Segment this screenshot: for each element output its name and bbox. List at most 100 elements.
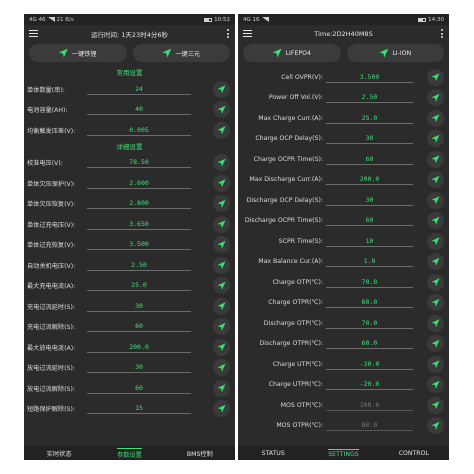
setting-value-field[interactable]: 30 xyxy=(87,362,191,374)
send-setting-button[interactable] xyxy=(427,253,444,271)
preset-liion-button[interactable]: LI-ION xyxy=(346,44,444,62)
send-setting-button[interactable] xyxy=(427,273,444,291)
settings-list[interactable]: 常用设置 单体数量(串): 24 电池容量(AH): 40 均衡触发压差(V): 0.00… xyxy=(24,67,235,446)
send-setting-button[interactable] xyxy=(213,121,230,139)
setting-value-field[interactable]: 10 xyxy=(326,236,413,247)
send-setting-button[interactable] xyxy=(427,335,444,353)
send-icon xyxy=(431,401,440,410)
nav-control[interactable]: BMS控制 xyxy=(165,446,235,460)
setting-row: Max Charge Curr.(A): 25.0 xyxy=(238,108,449,129)
setting-label: Max Charge Curr.(A): xyxy=(258,114,323,122)
send-icon xyxy=(431,360,440,369)
send-setting-button[interactable] xyxy=(213,318,230,336)
preset-lifepo4-button[interactable]: 一键铁锂 xyxy=(29,44,127,62)
setting-row: 电池容量(AH): 40 xyxy=(24,100,235,121)
send-setting-button[interactable] xyxy=(213,80,230,98)
setting-value-field[interactable]: 1.0 xyxy=(326,256,413,268)
setting-value-field[interactable]: 3.650 xyxy=(87,219,191,230)
send-setting-button[interactable] xyxy=(427,232,444,250)
send-setting-button[interactable] xyxy=(213,379,230,397)
send-setting-button[interactable] xyxy=(427,191,444,209)
preset-liion-button[interactable]: 一键三元 xyxy=(132,44,230,62)
send-setting-button[interactable] xyxy=(427,130,444,148)
send-setting-button[interactable] xyxy=(427,417,444,435)
setting-value-field[interactable]: 80.0 xyxy=(326,420,413,432)
send-icon xyxy=(431,380,440,389)
send-setting-button[interactable] xyxy=(213,101,230,119)
setting-value-field[interactable]: 15 xyxy=(87,403,191,415)
setting-value-field[interactable]: 30 xyxy=(326,195,413,206)
preset-label: LI-ION xyxy=(392,49,412,57)
setting-value-field[interactable]: 40 xyxy=(87,104,191,116)
setting-value-field[interactable]: 60.0 xyxy=(326,338,413,350)
send-setting-button[interactable] xyxy=(427,376,444,394)
send-setting-button[interactable] xyxy=(427,89,444,107)
setting-value-field[interactable]: 100.0 xyxy=(326,400,413,411)
setting-value-field[interactable]: 25.0 xyxy=(326,113,413,124)
send-setting-button[interactable] xyxy=(213,154,230,172)
setting-value-field[interactable]: 70.0 xyxy=(326,277,413,288)
send-setting-button[interactable] xyxy=(213,195,230,213)
setting-value-field[interactable]: 2.600 xyxy=(87,178,191,189)
send-setting-button[interactable] xyxy=(427,396,444,414)
nav-label: CONTROL xyxy=(398,449,429,457)
setting-value-field[interactable]: 3.500 xyxy=(326,72,413,83)
send-setting-button[interactable] xyxy=(213,256,230,274)
send-setting-button[interactable] xyxy=(427,171,444,189)
send-setting-button[interactable] xyxy=(427,109,444,127)
setting-value-field[interactable]: 2.50 xyxy=(326,92,413,104)
setting-value-field[interactable]: 2.50 xyxy=(87,260,191,271)
setting-value-field[interactable]: 60 xyxy=(87,321,191,333)
send-setting-button[interactable] xyxy=(427,294,444,312)
setting-value-field[interactable]: 60 xyxy=(326,215,413,227)
setting-row: Discharge OTPR(℃): 60.0 xyxy=(238,334,449,355)
setting-value-field[interactable]: 24 xyxy=(87,84,191,95)
setting-row: 放电过流延时(S): 30 xyxy=(24,358,235,379)
setting-value-field[interactable]: 200.0 xyxy=(326,174,413,186)
more-options-icon[interactable] xyxy=(441,29,443,38)
setting-row: Max Discharge Curr.(A): 200.0 xyxy=(238,170,449,191)
setting-value-field[interactable]: 60.0 xyxy=(326,297,413,309)
send-setting-button[interactable] xyxy=(213,297,230,315)
send-setting-button[interactable] xyxy=(427,314,444,332)
setting-value-field[interactable]: 0.005 xyxy=(87,125,191,136)
nav-status[interactable]: STATUS xyxy=(238,446,308,460)
setting-value-field[interactable]: 60 xyxy=(326,154,413,165)
preset-lifepo4-button[interactable]: LIFEPO4 xyxy=(243,44,341,62)
send-setting-button[interactable] xyxy=(213,174,230,192)
send-icon xyxy=(431,319,440,328)
preset-label: LIFEPO4 xyxy=(285,49,311,57)
setting-value-field[interactable]: 25.0 xyxy=(87,280,191,292)
send-setting-button[interactable] xyxy=(427,150,444,168)
setting-label: 单体数量(串): xyxy=(27,86,65,94)
setting-value-field[interactable]: 60 xyxy=(87,383,191,394)
setting-value-field[interactable]: 70.0 xyxy=(326,318,413,329)
send-setting-button[interactable] xyxy=(213,359,230,377)
setting-value-field[interactable]: -30.0 xyxy=(326,359,413,370)
send-setting-button[interactable] xyxy=(427,212,444,230)
settings-list[interactable]: Cell OVPR(V): 3.500 Power Off Vol.(V): 2.50… xyxy=(238,67,449,446)
more-options-icon[interactable] xyxy=(227,29,229,38)
send-setting-button[interactable] xyxy=(213,215,230,233)
nav-settings[interactable]: 参数设置 xyxy=(94,446,164,460)
setting-label: 充电过流解除(S): xyxy=(27,324,75,332)
setting-value-field[interactable]: 200.0 xyxy=(87,342,191,353)
nav-control[interactable]: CONTROL xyxy=(379,446,449,460)
setting-value-field[interactable]: 30 xyxy=(326,133,413,145)
send-setting-button[interactable] xyxy=(213,400,230,418)
setting-value-field[interactable]: 3.500 xyxy=(87,239,191,251)
setting-value-field[interactable]: 30 xyxy=(87,301,191,312)
nav-status[interactable]: 实时状态 xyxy=(24,446,94,460)
setting-value-field[interactable]: -20.0 xyxy=(326,379,413,391)
send-setting-button[interactable] xyxy=(427,355,444,373)
send-setting-button[interactable] xyxy=(427,68,444,86)
setting-row: Power Off Vol.(V): 2.50 xyxy=(238,88,449,109)
setting-value-field[interactable]: 2.800 xyxy=(87,198,191,210)
setting-value-field[interactable]: 78.50 xyxy=(87,157,191,169)
send-icon xyxy=(431,114,440,123)
send-setting-button[interactable] xyxy=(213,338,230,356)
nav-settings[interactable]: SETTINGS xyxy=(308,446,378,460)
setting-row: 单体过充电压(V): 3.650 xyxy=(24,214,235,235)
send-setting-button[interactable] xyxy=(213,277,230,295)
send-setting-button[interactable] xyxy=(213,236,230,254)
